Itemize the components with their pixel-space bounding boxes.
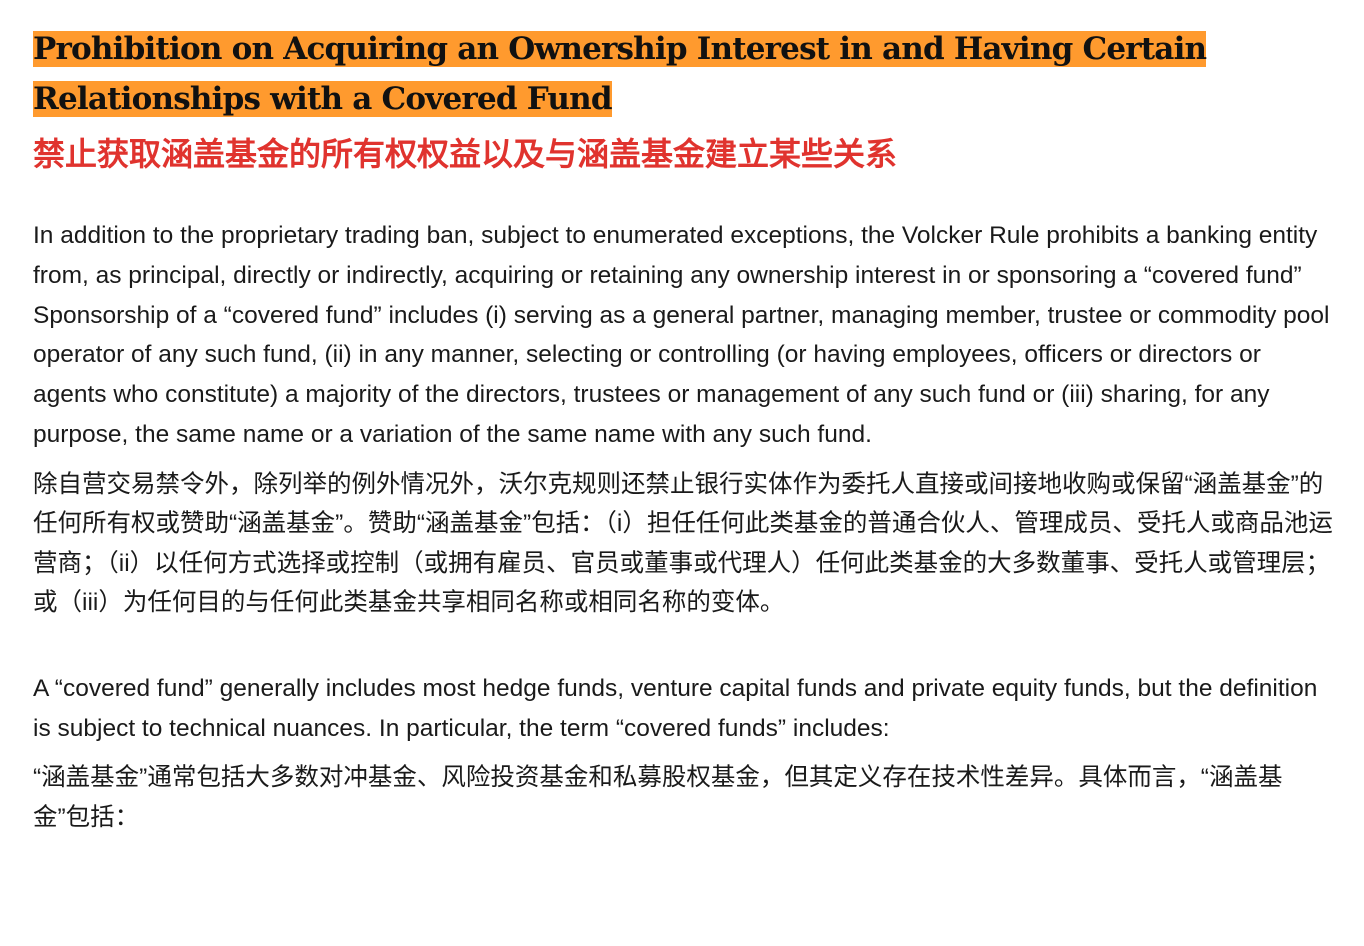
- paragraph-2-chinese: “涵盖基金”通常包括大多数对冲基金、风险投资基金和私募股权基金，但其定义存在技术…: [33, 764, 1283, 831]
- title-english: Prohibition on Acquiring an Ownership In…: [33, 31, 1207, 117]
- paragraph-1-english: In addition to the proprietary trading b…: [33, 222, 1330, 448]
- document-page: Prohibition on Acquiring an Ownership In…: [33, 24, 1333, 837]
- title-english-block: Prohibition on Acquiring an Ownership In…: [33, 24, 1253, 124]
- paragraph-2-english: A “covered fund” generally includes most…: [33, 674, 1318, 742]
- paragraph-1-chinese: 除自营交易禁令外，除列举的例外情况外，沃尔克规则还禁止银行实体作为委托人直接或间…: [33, 470, 1333, 617]
- title-chinese: 禁止获取涵盖基金的所有权权益以及与涵盖基金建立某些关系: [33, 135, 898, 173]
